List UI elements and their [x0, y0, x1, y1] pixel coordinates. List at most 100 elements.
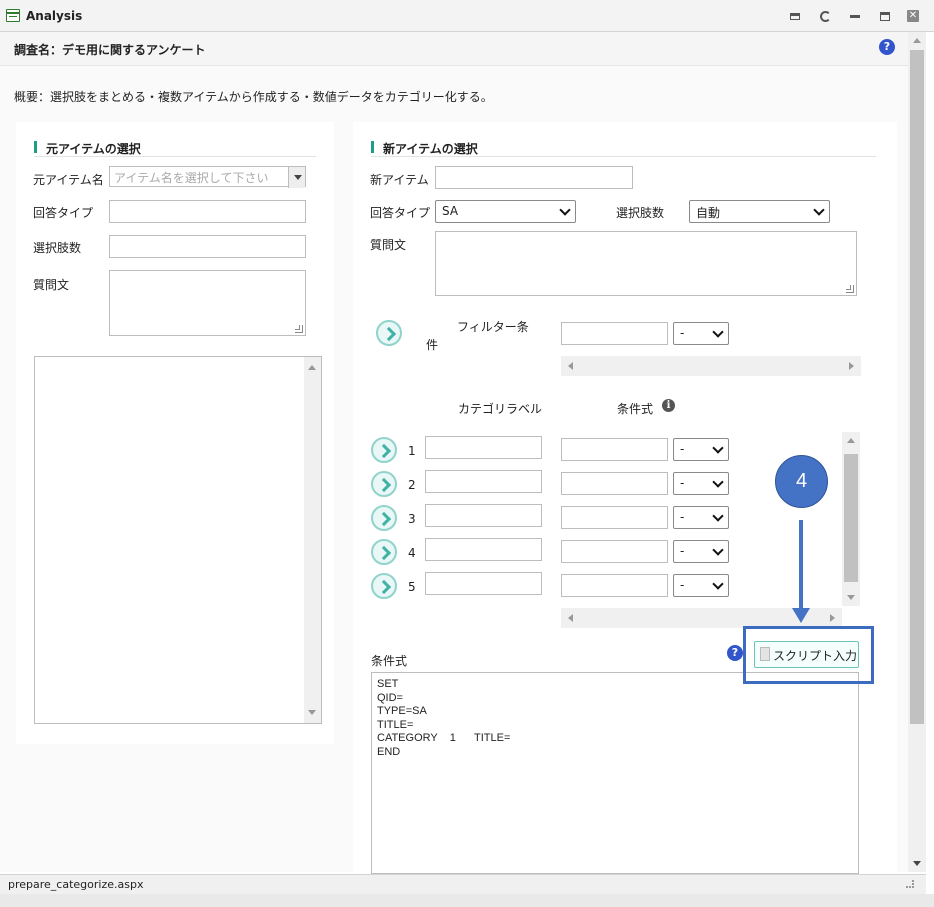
new-choice-count-label: 選択肢数	[616, 206, 665, 220]
category-number: 4	[408, 546, 416, 560]
category-condition-input[interactable]	[561, 472, 668, 495]
chevron-down-icon	[813, 204, 825, 216]
category-number: 2	[408, 478, 416, 492]
source-item-placeholder: アイテム名を選択して下さい	[114, 171, 269, 185]
scroll-up-icon[interactable]	[913, 38, 921, 43]
category-vscrollbar[interactable]	[842, 432, 860, 606]
category-label-input[interactable]	[425, 436, 542, 459]
category-go-button[interactable]	[371, 573, 397, 599]
scroll-up-icon[interactable]	[847, 438, 855, 443]
scroll-down-icon[interactable]	[308, 710, 316, 715]
category-operator-value: -	[680, 510, 685, 524]
source-choice-count-field[interactable]	[109, 235, 306, 258]
resize-grip-icon[interactable]	[906, 880, 914, 888]
category-operator-select[interactable]: -	[673, 540, 729, 563]
choice-count-value: 自動	[696, 206, 721, 220]
chevron-down-icon	[712, 578, 724, 590]
category-go-button[interactable]	[371, 471, 397, 497]
category-label-input[interactable]	[425, 538, 542, 561]
answer-type-value: SA	[442, 204, 459, 218]
resize-grip-icon[interactable]	[294, 325, 304, 333]
new-item-input[interactable]	[435, 166, 633, 189]
scroll-left-icon[interactable]	[568, 362, 573, 370]
category-label-input[interactable]	[425, 504, 542, 527]
category-go-button[interactable]	[371, 505, 397, 531]
category-go-button[interactable]	[371, 437, 397, 463]
source-question-textarea[interactable]	[109, 270, 306, 336]
scroll-thumb[interactable]	[844, 454, 858, 582]
filter-label-wrap: 件	[426, 338, 439, 352]
summary-text: 概要：選択肢をまとめる・複数アイテムから作成する・数値データをカテゴリー化する。	[14, 90, 493, 104]
help-icon[interactable]: ?	[879, 39, 895, 55]
source-answer-type-field[interactable]	[109, 200, 306, 223]
annotation-callout: 4	[775, 455, 828, 508]
source-question-label: 質問文	[33, 278, 70, 292]
info-icon[interactable]: i	[662, 399, 675, 412]
main-vscrollbar[interactable]	[908, 32, 926, 872]
status-text: prepare_categorize.aspx	[8, 878, 144, 891]
annotation-arrow-head	[792, 608, 810, 623]
filter-go-button[interactable]	[376, 320, 402, 346]
maximize-icon[interactable]	[878, 9, 892, 23]
app-window-icon	[6, 9, 20, 22]
scroll-right-icon[interactable]	[830, 614, 835, 622]
filter-hscrollbar[interactable]	[561, 356, 861, 376]
script-condition-label: 条件式	[371, 654, 408, 668]
help-icon[interactable]: ?	[727, 645, 743, 661]
category-operator-select[interactable]: -	[673, 472, 729, 495]
category-condition-input[interactable]	[561, 574, 668, 597]
source-item-select[interactable]: アイテム名を選択して下さい	[109, 166, 306, 188]
close-icon[interactable]: ✕	[906, 9, 920, 23]
category-operator-value: -	[680, 476, 685, 490]
scroll-left-icon[interactable]	[568, 614, 573, 622]
condition-header: 条件式	[617, 402, 654, 416]
new-section-title: 新アイテムの選択	[371, 141, 478, 156]
category-operator-value: -	[680, 544, 685, 558]
answer-type-select[interactable]: SA	[435, 200, 576, 223]
filter-label: フィルター条	[457, 320, 529, 334]
filter-operator-select[interactable]: -	[673, 322, 729, 345]
category-number: 1	[408, 444, 416, 458]
chevron-down-icon[interactable]	[288, 167, 305, 188]
refresh-icon[interactable]	[818, 9, 832, 23]
category-operator-select[interactable]: -	[673, 438, 729, 461]
resize-grip-icon[interactable]	[845, 285, 855, 293]
window-bottom-edge	[0, 894, 934, 907]
scroll-thumb[interactable]	[910, 50, 924, 724]
section-divider	[34, 156, 316, 157]
category-condition-input[interactable]	[561, 540, 668, 563]
new-answer-type-label: 回答タイプ	[370, 206, 431, 220]
category-operator-value: -	[680, 442, 685, 456]
category-label-input[interactable]	[425, 572, 542, 595]
window-title: Analysis	[26, 9, 83, 23]
scroll-down-icon[interactable]	[913, 861, 921, 866]
window-titlebar: Analysis ✕	[0, 0, 934, 32]
minimize-icon[interactable]	[848, 9, 862, 23]
script-code-textarea[interactable]: SET QID= TYPE=SA TITLE= CATEGORY 1 TITLE…	[371, 672, 859, 874]
choice-count-select[interactable]: 自動	[689, 200, 830, 223]
category-operator-select[interactable]: -	[673, 506, 729, 529]
category-condition-input[interactable]	[561, 438, 668, 461]
source-section-title: 元アイテムの選択	[34, 141, 141, 156]
new-question-textarea[interactable]	[435, 231, 857, 296]
filter-operator-value: -	[680, 326, 685, 340]
scroll-down-icon[interactable]	[847, 595, 855, 600]
pin-icon[interactable]	[788, 9, 802, 23]
listbox-scrollbar[interactable]	[304, 357, 321, 723]
category-operator-value: -	[680, 578, 685, 592]
filter-condition-input[interactable]	[561, 322, 668, 345]
category-label-header: カテゴリラベル	[458, 402, 543, 416]
category-label-input[interactable]	[425, 470, 542, 493]
category-go-button[interactable]	[371, 539, 397, 565]
survey-title: 調査名：デモ用に関するアンケート	[14, 43, 206, 57]
category-operator-select[interactable]: -	[673, 574, 729, 597]
scroll-right-icon[interactable]	[849, 362, 854, 370]
chevron-down-icon	[712, 326, 724, 338]
scroll-up-icon[interactable]	[308, 365, 316, 370]
source-choices-listbox[interactable]	[34, 356, 322, 724]
category-number: 3	[408, 512, 416, 526]
category-number: 5	[408, 580, 416, 594]
chevron-down-icon	[559, 204, 571, 216]
category-condition-input[interactable]	[561, 506, 668, 529]
chevron-down-icon	[712, 510, 724, 522]
